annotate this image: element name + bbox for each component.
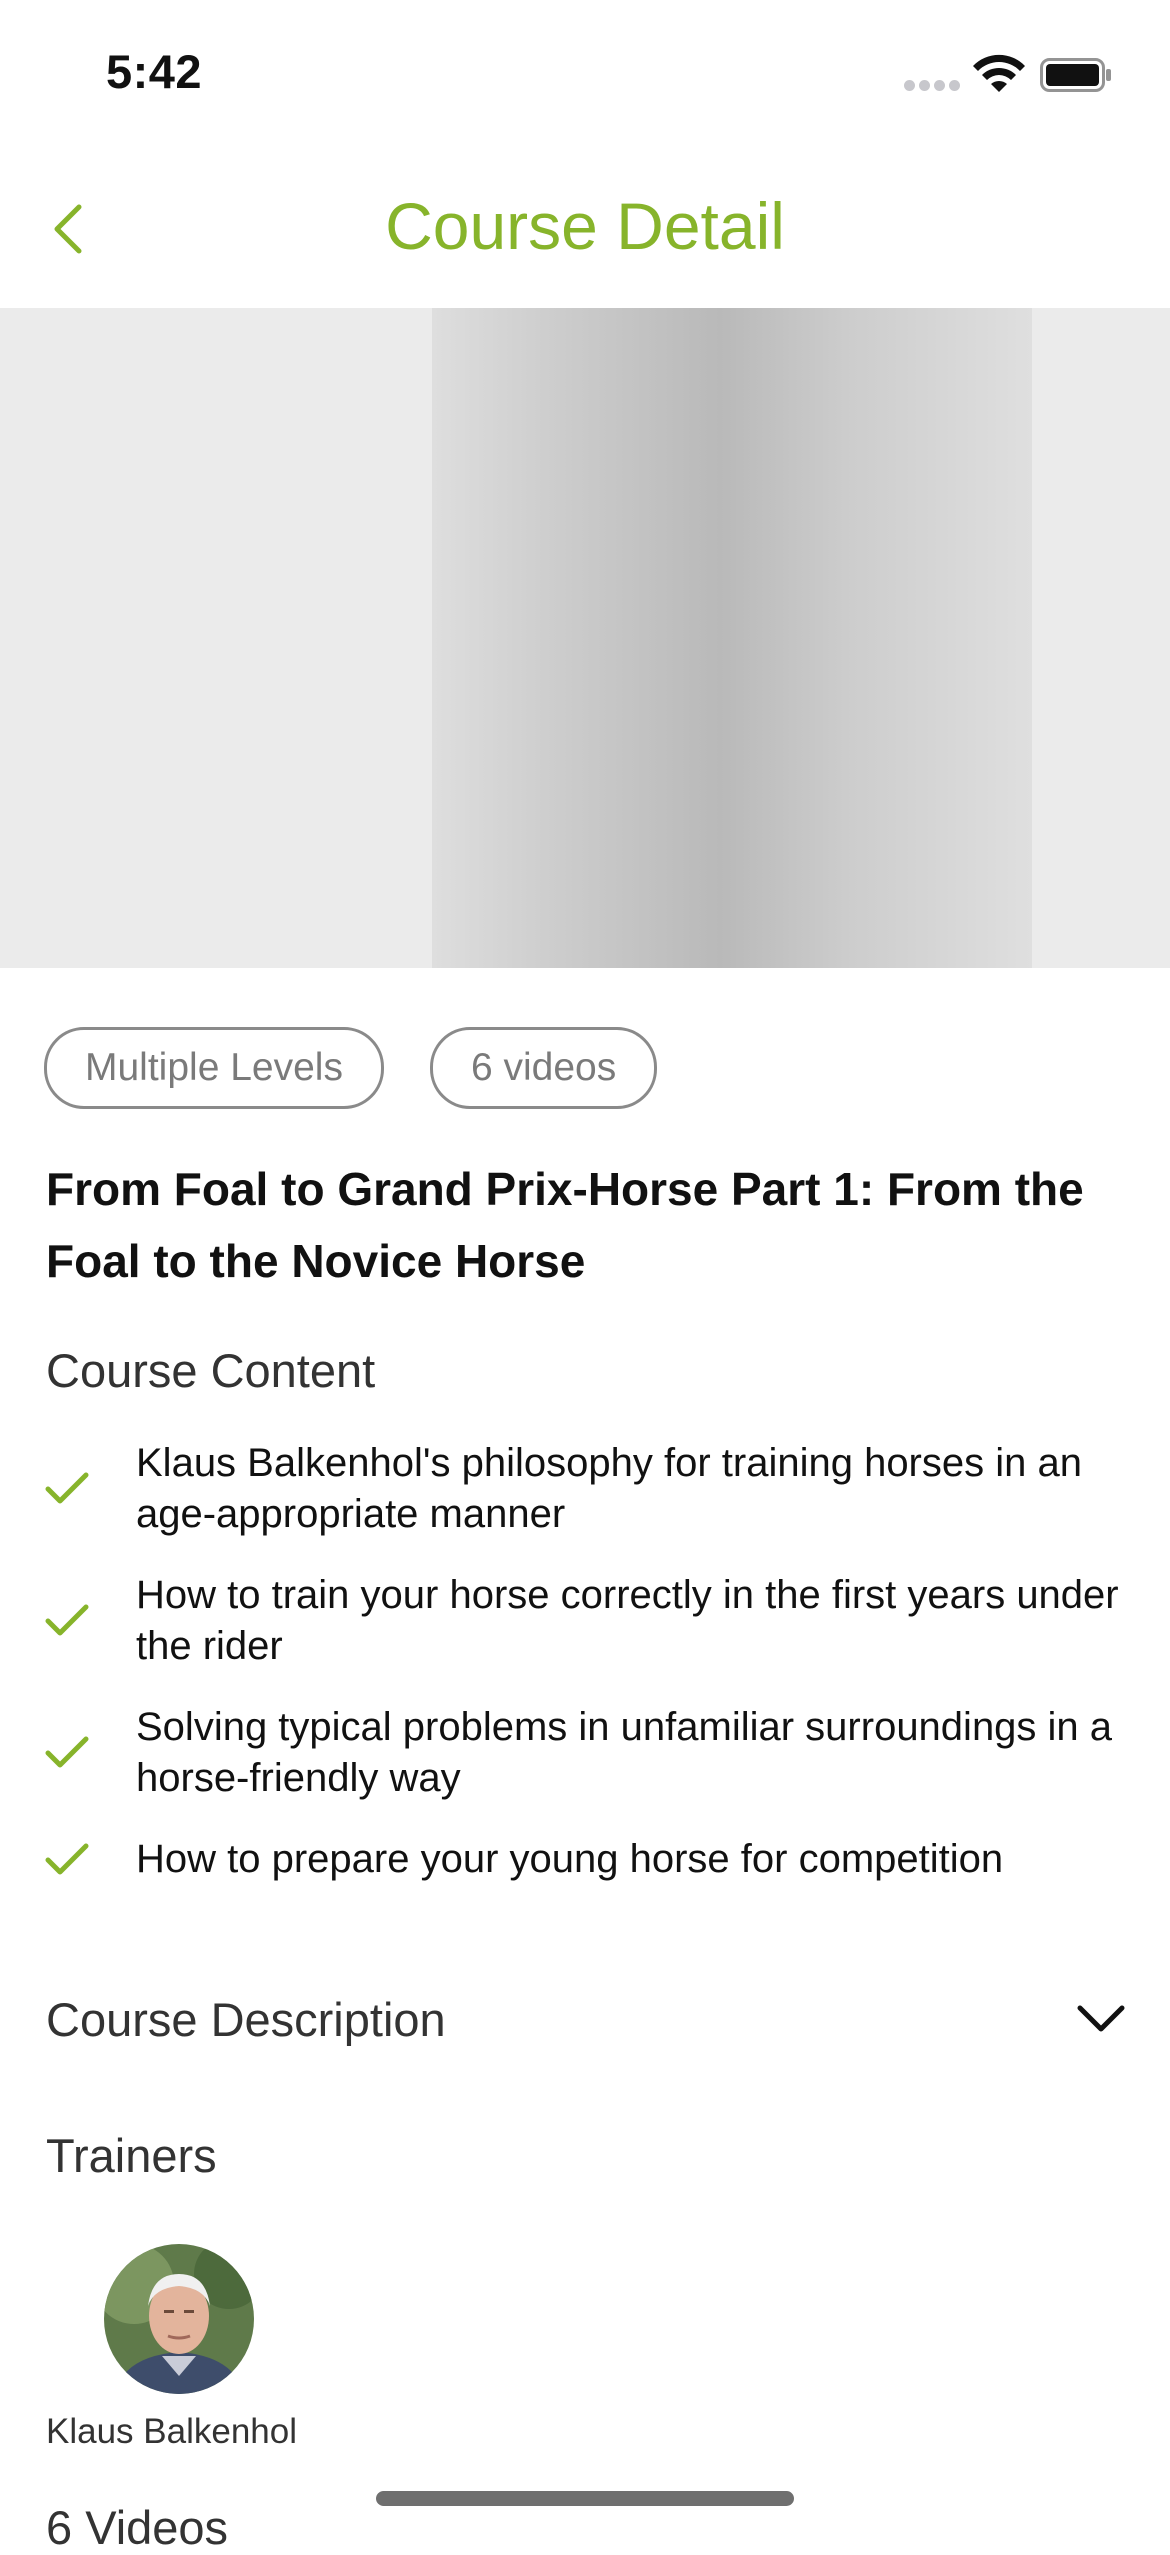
list-item: Klaus Balkenhol's philosophy for trainin… bbox=[44, 1438, 1134, 1540]
checkmark-icon bbox=[45, 1843, 89, 1874]
status-bar: 5:42 bbox=[0, 0, 1170, 150]
wifi-icon bbox=[973, 54, 1025, 92]
checkmark-icon bbox=[45, 1604, 89, 1636]
course-content-label: Course Content bbox=[46, 1344, 376, 1397]
list-item: Solving typical problems in unfamiliar s… bbox=[44, 1702, 1134, 1804]
page-title: Course Detail bbox=[385, 189, 785, 263]
status-time: 5:42 bbox=[106, 45, 203, 98]
videos-section-label: 6 Videos bbox=[46, 2501, 229, 2554]
cellular-signal-icon bbox=[904, 80, 960, 94]
list-item-text: Solving typical problems in unfamiliar s… bbox=[136, 1705, 1113, 1800]
list-item-text: Klaus Balkenhol's philosophy for trainin… bbox=[136, 1441, 1082, 1536]
trainers-label: Trainers bbox=[46, 2129, 217, 2182]
list-item: How to prepare your young horse for comp… bbox=[44, 1834, 1134, 1885]
loading-shimmer bbox=[432, 308, 1032, 968]
list-item-text: How to prepare your young horse for comp… bbox=[136, 1837, 1004, 1881]
checkmark-icon bbox=[45, 1472, 89, 1504]
home-indicator[interactable] bbox=[376, 2491, 794, 2506]
level-tag: Multiple Levels bbox=[44, 1027, 384, 1109]
checkmark-icon bbox=[45, 1736, 89, 1768]
course-image-placeholder[interactable] bbox=[0, 308, 1170, 968]
navigation-bar: Course Detail bbox=[0, 150, 1170, 308]
course-description-label: Course Description bbox=[46, 1993, 446, 2046]
battery-icon bbox=[1040, 58, 1111, 92]
list-item-text: How to train your horse correctly in the… bbox=[136, 1573, 1119, 1668]
list-item: How to train your horse correctly in the… bbox=[44, 1570, 1134, 1672]
trainer-avatar bbox=[104, 2244, 254, 2394]
course-description-toggle[interactable]: Course Description bbox=[46, 1992, 1126, 2062]
course-content-list: Klaus Balkenhol's philosophy for trainin… bbox=[44, 1438, 1134, 1915]
course-tags: Multiple Levels 6 videos bbox=[44, 1027, 658, 1109]
trainer-name: Klaus Balkenhol bbox=[46, 2412, 297, 2451]
video-count-tag: 6 videos bbox=[429, 1027, 658, 1109]
chevron-down-icon bbox=[1077, 2005, 1125, 2032]
course-title: From Foal to Grand Prix-Horse Part 1: Fr… bbox=[46, 1163, 1084, 1287]
